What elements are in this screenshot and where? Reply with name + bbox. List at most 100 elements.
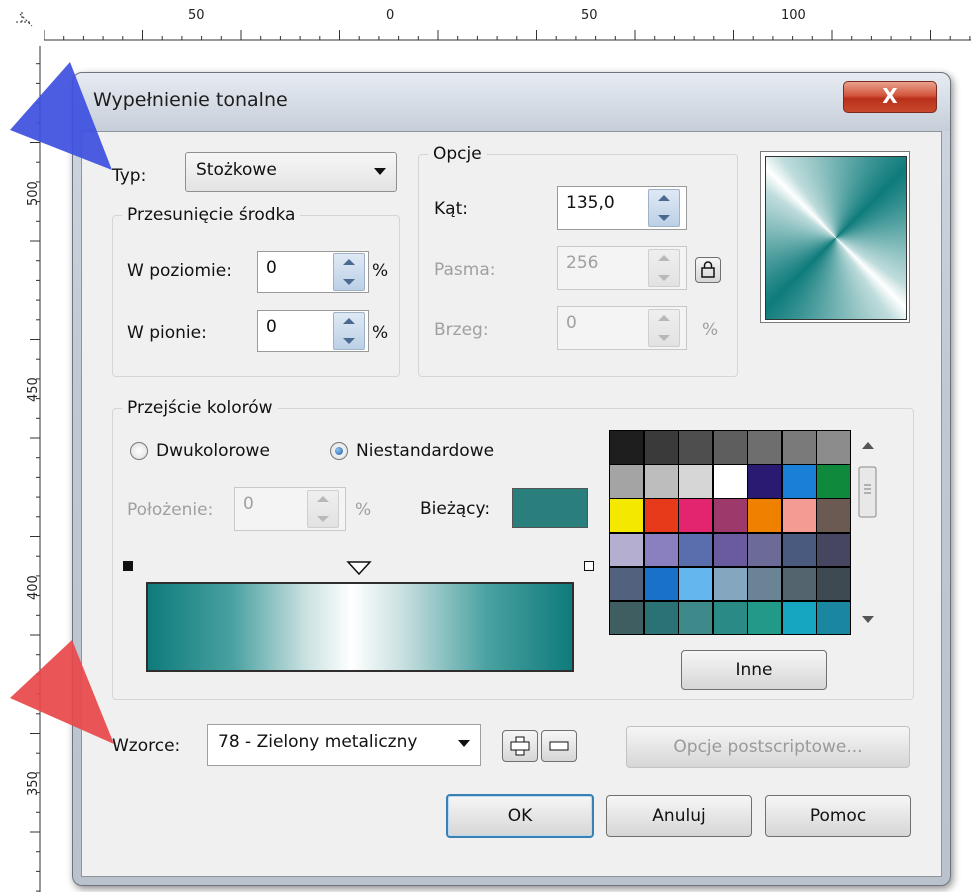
- palette-swatch[interactable]: [747, 566, 783, 602]
- palette-swatch[interactable]: [747, 532, 783, 568]
- edge-value: 0: [566, 313, 577, 333]
- horizontal-offset-stepper[interactable]: [333, 253, 365, 291]
- gradient-preview: [760, 151, 910, 323]
- palette-swatch[interactable]: [678, 532, 714, 568]
- ruler-label: 100: [781, 8, 806, 23]
- palette-swatch[interactable]: [609, 498, 645, 533]
- palette-swatch[interactable]: [643, 566, 679, 602]
- title-bar[interactable]: Wypełnienie tonalne X: [73, 73, 950, 131]
- palette-swatch[interactable]: [609, 430, 645, 465]
- scroll-up-icon: [862, 442, 874, 449]
- edge-unit: %: [702, 320, 719, 340]
- palette-swatch[interactable]: [609, 600, 645, 636]
- remove-preset-button[interactable]: [541, 730, 577, 762]
- close-button[interactable]: X: [843, 81, 937, 113]
- arrow-down-icon: [658, 215, 670, 221]
- arrow-up-icon: [317, 496, 329, 502]
- palette-swatch[interactable]: [816, 430, 852, 465]
- palette-swatch[interactable]: [678, 566, 714, 602]
- scroll-down-icon: [862, 616, 874, 623]
- palette-swatch[interactable]: [712, 600, 748, 636]
- palette-swatch[interactable]: [712, 464, 748, 499]
- palette-swatch[interactable]: [747, 430, 783, 465]
- position-label: Położenie:: [127, 500, 214, 520]
- arrow-up-icon: [658, 195, 670, 201]
- palette-scrollbar[interactable]: [855, 430, 880, 635]
- arrow-down-icon: [343, 279, 355, 285]
- palette-swatch[interactable]: [643, 464, 679, 499]
- palette-swatch[interactable]: [781, 566, 817, 602]
- palette-swatch[interactable]: [747, 498, 783, 533]
- position-value: 0: [243, 494, 254, 514]
- current-color-swatch[interactable]: [512, 488, 588, 528]
- horizontal-offset-value: 0: [266, 258, 277, 278]
- steps-label: Pasma:: [434, 260, 496, 280]
- palette-swatch[interactable]: [712, 532, 748, 568]
- horizontal-ruler: 50 0 50 100: [0, 0, 971, 46]
- gradient-strip[interactable]: [146, 582, 574, 672]
- lock-steps-button[interactable]: [695, 257, 721, 283]
- palette-swatch[interactable]: [816, 498, 852, 533]
- midpoint-marker-icon[interactable]: [346, 560, 372, 576]
- horizontal-offset-label: W poziomie:: [127, 261, 232, 281]
- palette-swatch[interactable]: [643, 430, 679, 465]
- palette-swatch[interactable]: [816, 532, 852, 568]
- palette-swatch[interactable]: [816, 600, 852, 636]
- palette-swatch[interactable]: [678, 498, 714, 533]
- palette-swatch[interactable]: [712, 498, 748, 533]
- ruler-label: 350: [26, 771, 41, 796]
- palette-swatch[interactable]: [643, 600, 679, 636]
- palette-swatch[interactable]: [609, 532, 645, 568]
- custom-radio[interactable]: [330, 442, 348, 460]
- type-dropdown[interactable]: Stożkowe: [185, 152, 397, 192]
- palette-swatch[interactable]: [781, 532, 817, 568]
- palette-swatch[interactable]: [781, 464, 817, 499]
- color-blend-legend: Przejście kolorów: [122, 398, 278, 418]
- palette-swatch[interactable]: [678, 600, 714, 636]
- vertical-offset-stepper[interactable]: [333, 312, 365, 350]
- add-preset-button[interactable]: [502, 730, 538, 762]
- ruler-label: 500: [26, 181, 41, 206]
- dialog-title: Wypełnienie tonalne: [93, 89, 288, 111]
- presets-dropdown[interactable]: 78 - Zielony metaliczny: [207, 724, 481, 766]
- position-unit: %: [355, 500, 372, 520]
- chevron-down-icon: [374, 168, 386, 175]
- arrow-down-icon: [317, 516, 329, 522]
- two-color-label[interactable]: Dwukolorowe: [156, 441, 270, 461]
- palette-swatch[interactable]: [747, 600, 783, 636]
- current-color-label: Bieżący:: [420, 499, 491, 519]
- start-color-marker[interactable]: [123, 561, 133, 571]
- ruler-label: 400: [26, 575, 41, 600]
- arrow-up-icon: [658, 255, 670, 261]
- palette-swatch[interactable]: [781, 600, 817, 636]
- palette-swatch[interactable]: [781, 430, 817, 465]
- vertical-offset-value: 0: [266, 317, 277, 337]
- palette-swatch[interactable]: [678, 464, 714, 499]
- cancel-button[interactable]: Anuluj: [606, 795, 752, 837]
- arrow-down-icon: [658, 275, 670, 281]
- palette-swatch[interactable]: [712, 566, 748, 602]
- angle-stepper[interactable]: [648, 189, 680, 227]
- ok-button[interactable]: OK: [446, 794, 594, 838]
- other-colors-button[interactable]: Inne: [681, 650, 827, 690]
- palette-swatch[interactable]: [643, 498, 679, 533]
- palette-swatch[interactable]: [643, 532, 679, 568]
- arrow-down-icon: [658, 335, 670, 341]
- palette-swatch[interactable]: [609, 566, 645, 602]
- palette-swatch[interactable]: [609, 464, 645, 499]
- palette-swatch[interactable]: [816, 566, 852, 602]
- help-button[interactable]: Pomoc: [765, 795, 911, 837]
- two-color-radio[interactable]: [130, 442, 148, 460]
- arrow-up-icon: [658, 315, 670, 321]
- color-palette[interactable]: [609, 430, 852, 636]
- type-value: Stożkowe: [196, 160, 277, 180]
- palette-swatch[interactable]: [781, 498, 817, 533]
- palette-swatch[interactable]: [678, 430, 714, 465]
- palette-swatch[interactable]: [816, 464, 852, 499]
- ruler-label: 0: [386, 8, 395, 23]
- ruler-origin-icon[interactable]: [0, 0, 44, 46]
- palette-swatch[interactable]: [712, 430, 748, 465]
- end-color-marker[interactable]: [584, 561, 594, 571]
- custom-label[interactable]: Niestandardowe: [356, 441, 494, 461]
- palette-swatch[interactable]: [747, 464, 783, 499]
